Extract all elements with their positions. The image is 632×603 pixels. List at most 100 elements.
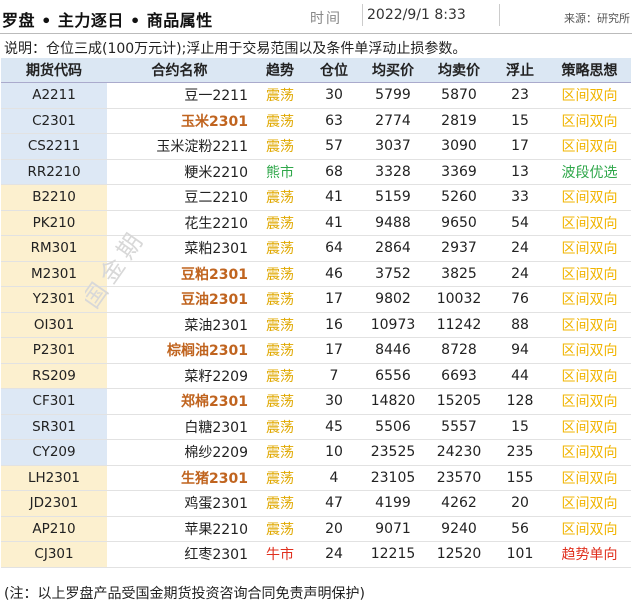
- futures-code-cell: A2211: [1, 82, 107, 109]
- note-text: 说明：仓位三成(100万元计);浮止用于交易范围以及条件单浮动止损参数。: [4, 41, 467, 57]
- pos-cell: 57: [308, 133, 360, 160]
- trend-cell: 震荡: [252, 286, 308, 313]
- sell-cell: 9650: [426, 210, 492, 236]
- buy-cell: 23105: [360, 465, 426, 491]
- sell-cell: 6693: [426, 363, 492, 389]
- column-header: 均卖价: [426, 58, 492, 83]
- sell-cell: 9240: [426, 516, 492, 542]
- buy-cell: 10973: [360, 312, 426, 338]
- table-row: P2301 棕榈油2301 震荡 17 8446 8728 94 区间双向: [1, 337, 631, 364]
- strategy-cell: 区间双向: [548, 184, 631, 211]
- trend-cell: 震荡: [252, 439, 308, 466]
- report-title: 罗盘 • 主力逐日 • 商品属性: [2, 11, 213, 30]
- strategy-cell: 区间双向: [548, 235, 631, 262]
- trend-cell: 震荡: [252, 184, 308, 211]
- buy-cell: 3037: [360, 133, 426, 160]
- column-header: 趋势: [252, 58, 308, 83]
- futures-code-cell: SR301: [1, 414, 107, 440]
- contract-name-cell: 粳米2210: [107, 159, 252, 185]
- contract-name-cell: 豆油2301: [107, 286, 252, 313]
- table-header-row: 期货代码 合约名称 趋势 仓位 均买价 均卖价 浮止 策略思想: [1, 58, 631, 83]
- futures-code-cell: C2301: [1, 108, 107, 134]
- table-row: PK210 花生2210 震荡 41 9488 9650 54 区间双向: [1, 210, 631, 236]
- contract-name-cell: 棉纱2209: [107, 439, 252, 466]
- stop-cell: 128: [492, 388, 548, 415]
- pos-cell: 46: [308, 261, 360, 287]
- futures-code-cell: CF301: [1, 388, 107, 415]
- buy-cell: 5799: [360, 82, 426, 109]
- stop-cell: 23: [492, 82, 548, 109]
- buy-cell: 3752: [360, 261, 426, 287]
- stop-cell: 15: [492, 108, 548, 134]
- futures-code-cell: RS209: [1, 363, 107, 389]
- futures-code-cell: CS2211: [1, 133, 107, 160]
- buy-cell: 2774: [360, 108, 426, 134]
- futures-code-cell: CJ301: [1, 541, 107, 568]
- pos-cell: 41: [308, 210, 360, 236]
- stop-cell: 56: [492, 516, 548, 542]
- futures-code-cell: LH2301: [1, 465, 107, 491]
- contract-name-cell: 菜粕2301: [107, 235, 252, 262]
- strategy-cell: 区间双向: [548, 465, 631, 491]
- strategy-cell: 区间双向: [548, 261, 631, 287]
- column-header: 仓位: [308, 58, 360, 83]
- pos-cell: 7: [308, 363, 360, 389]
- buy-cell: 9488: [360, 210, 426, 236]
- futures-code-cell: PK210: [1, 210, 107, 236]
- stop-cell: 33: [492, 184, 548, 211]
- time-value: 2022/9/1 8:33: [362, 4, 500, 26]
- sell-cell: 15205: [426, 388, 492, 415]
- table-row: RS209 菜籽2209 震荡 7 6556 6693 44 区间双向: [1, 363, 631, 389]
- stop-cell: 76: [492, 286, 548, 313]
- futures-code-cell: Y2301: [1, 286, 107, 313]
- pos-cell: 47: [308, 490, 360, 517]
- trend-cell: 震荡: [252, 490, 308, 517]
- trend-cell: 震荡: [252, 108, 308, 134]
- trend-cell: 震荡: [252, 261, 308, 287]
- pos-cell: 41: [308, 184, 360, 211]
- buy-cell: 6556: [360, 363, 426, 389]
- strategy-cell: 区间双向: [548, 439, 631, 466]
- strategy-cell: 区间双向: [548, 388, 631, 415]
- pos-cell: 16: [308, 312, 360, 338]
- contract-name-cell: 苹果2210: [107, 516, 252, 542]
- contract-name-cell: 郑棉2301: [107, 388, 252, 415]
- table-row: AP210 苹果2210 震荡 20 9071 9240 56 区间双向: [1, 516, 631, 542]
- stop-cell: 13: [492, 159, 548, 185]
- stop-cell: 24: [492, 235, 548, 262]
- stop-cell: 24: [492, 261, 548, 287]
- sell-cell: 12520: [426, 541, 492, 568]
- stop-cell: 235: [492, 439, 548, 466]
- table-row: RM301 菜粕2301 震荡 64 2864 2937 24 区间双向: [1, 235, 631, 262]
- stop-cell: 94: [492, 337, 548, 364]
- pos-cell: 17: [308, 337, 360, 364]
- strategy-cell: 波段优选: [548, 159, 631, 185]
- futures-code-cell: M2301: [1, 261, 107, 287]
- buy-cell: 9802: [360, 286, 426, 313]
- contract-name-cell: 玉米淀粉2211: [107, 133, 252, 160]
- futures-code-cell: B2210: [1, 184, 107, 211]
- strategy-cell: 区间双向: [548, 414, 631, 440]
- strategy-cell: 区间双向: [548, 133, 631, 160]
- sell-cell: 8728: [426, 337, 492, 364]
- pos-cell: 30: [308, 388, 360, 415]
- table-row: M2301 豆粕2301 震荡 46 3752 3825 24 区间双向: [1, 261, 631, 287]
- sell-cell: 2819: [426, 108, 492, 134]
- trend-cell: 震荡: [252, 312, 308, 338]
- pos-cell: 17: [308, 286, 360, 313]
- sell-cell: 3090: [426, 133, 492, 160]
- trend-cell: 震荡: [252, 235, 308, 262]
- buy-cell: 2864: [360, 235, 426, 262]
- source-label: 来源：研究所: [564, 12, 630, 25]
- sell-cell: 5557: [426, 414, 492, 440]
- stop-cell: 54: [492, 210, 548, 236]
- table-row: C2301 玉米2301 震荡 63 2774 2819 15 区间双向: [1, 108, 631, 134]
- stop-cell: 44: [492, 363, 548, 389]
- sell-cell: 5260: [426, 184, 492, 211]
- sell-cell: 24230: [426, 439, 492, 466]
- buy-cell: 4199: [360, 490, 426, 517]
- sell-cell: 2937: [426, 235, 492, 262]
- table-row: RR2210 粳米2210 熊市 68 3328 3369 13 波段优选: [1, 159, 631, 185]
- trend-cell: 熊市: [252, 159, 308, 185]
- time-label: 时间: [310, 11, 342, 27]
